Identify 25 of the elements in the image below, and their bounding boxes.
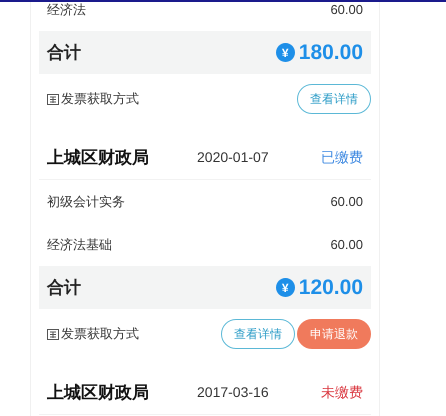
agency-name: 上城区财政局 (47, 382, 150, 404)
status-label: 未缴费 (321, 383, 363, 402)
total-label: 合计 (47, 42, 81, 64)
invoice-method-link[interactable]: 发票获取方式 (61, 89, 139, 109)
invoice-icon (47, 328, 59, 340)
total-amount: 180.00 (298, 40, 363, 66)
yuan-icon: ¥ (276, 278, 295, 297)
agency-name: 上城区财政局 (47, 146, 150, 169)
refund-button[interactable]: 申请退款 (297, 319, 371, 349)
details-button[interactable]: 查看详情 (221, 319, 295, 349)
item-name: 经济法基础 (47, 236, 112, 254)
total-label: 合计 (47, 276, 81, 299)
total-amount: 120.00 (298, 274, 363, 301)
details-button[interactable]: 查看详情 (297, 84, 371, 114)
item-name: 初级会计实务 (47, 192, 125, 211)
item-amount: 60.00 (330, 2, 363, 19)
order-date: 2020-01-07 (197, 148, 270, 167)
invoice-method-link[interactable]: 发票获取方式 (61, 324, 139, 344)
order-date: 2017-03-16 (197, 383, 270, 402)
item-name: 经济法 (47, 2, 86, 19)
yuan-icon: ¥ (276, 43, 295, 62)
item-amount: 60.00 (330, 236, 363, 254)
item-amount: 60.00 (330, 192, 363, 211)
invoice-icon (47, 94, 59, 104)
status-label: 已缴费 (321, 148, 363, 167)
